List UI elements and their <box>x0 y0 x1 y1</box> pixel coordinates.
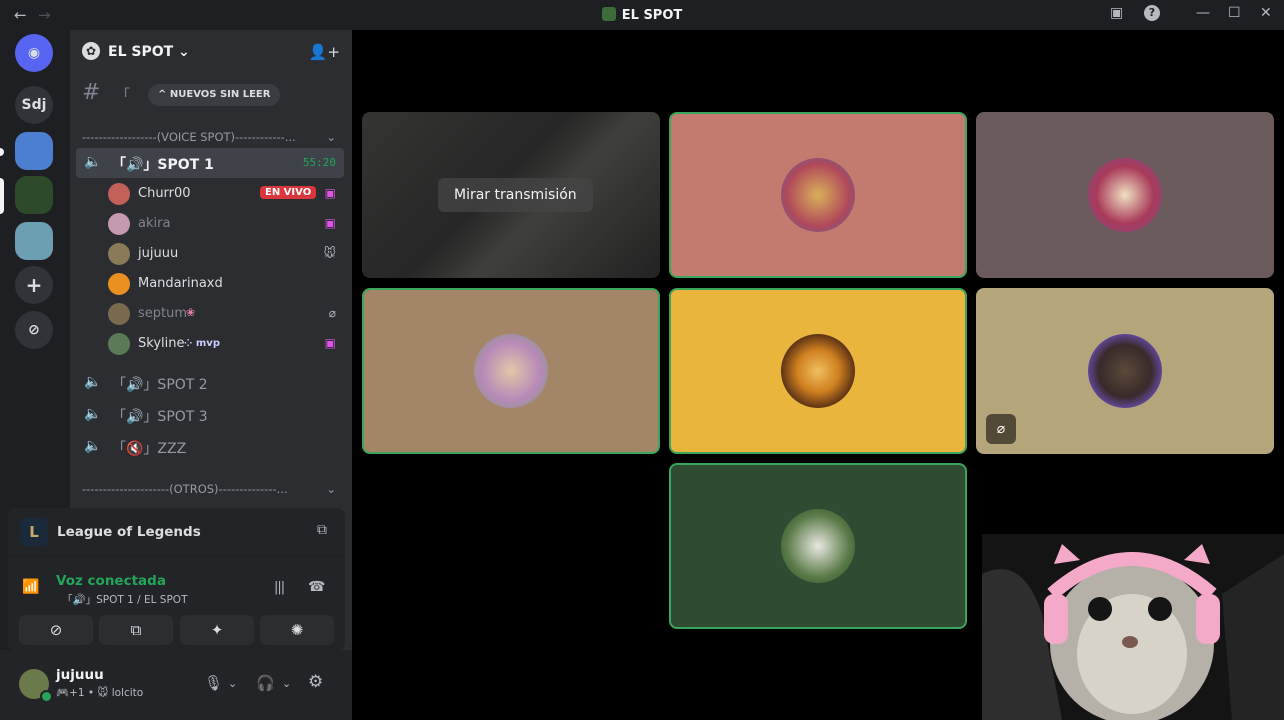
text-channel-prefix[interactable]: 「 <box>116 85 130 105</box>
rose-icon: ❀ <box>186 306 196 319</box>
participant-tile[interactable]: ⌀ <box>976 288 1274 454</box>
avatar <box>108 213 130 235</box>
self-camera-preview[interactable] <box>982 534 1284 720</box>
minimize-button[interactable]: — <box>1196 5 1210 21</box>
server-avatar-3[interactable] <box>15 222 53 260</box>
add-server-icon[interactable]: + <box>15 266 53 304</box>
voice-channel-spot2[interactable]: 🔈 「🔊」SPOT 2 <box>76 368 344 398</box>
mic-muted-icon: ⌀ <box>986 414 1016 444</box>
participant-tile[interactable] <box>976 112 1274 278</box>
mic-muted-icon: ⌀ <box>328 306 336 320</box>
avatar <box>108 183 130 205</box>
avatar <box>1088 334 1162 408</box>
noise-suppression-icon[interactable]: ||| <box>274 580 285 595</box>
server-avatar-1[interactable] <box>15 132 53 170</box>
activity-icon: ▣ <box>324 186 336 200</box>
title-bar: ← → EL SPOT ▣ ? — ☐ ✕ <box>0 0 1284 30</box>
participant-tile[interactable] <box>669 288 967 454</box>
participant-tile[interactable] <box>669 463 967 629</box>
server-logo-icon <box>601 7 616 21</box>
disconnect-icon[interactable]: ☎ <box>308 579 325 595</box>
mvp-tag: ⁘ mvp <box>184 338 220 349</box>
avatar <box>474 334 548 408</box>
camera-feed <box>982 534 1284 720</box>
activity-icon: ▣ <box>324 336 336 350</box>
screen-share-button[interactable]: ⧉ <box>99 615 173 645</box>
participant-tile[interactable] <box>669 112 967 278</box>
chevron-down-icon: ⌄ <box>326 482 336 496</box>
voice-member[interactable]: Churr00 EN VIVO ▣ <box>106 180 346 208</box>
speaker-icon: 🔈 <box>84 438 102 454</box>
chevron-down-icon[interactable]: ⌄ <box>282 677 291 690</box>
call-timer: 55:20 <box>302 156 336 169</box>
online-status-icon <box>40 690 53 703</box>
watch-stream-button[interactable]: Mirar transmisión <box>438 178 593 212</box>
voice-channel-zzz[interactable]: 🔈 「🔇」ZZZ <box>76 432 344 462</box>
league-of-legends-icon: L <box>20 518 48 546</box>
activity-icon: ▣ <box>324 216 336 230</box>
avatar <box>108 273 130 295</box>
chevron-down-icon: ⌄ <box>326 130 336 144</box>
connection-signal-icon[interactable]: 📶 <box>22 579 39 595</box>
activities-button[interactable]: ✦ <box>180 615 254 645</box>
participant-tile[interactable] <box>362 288 660 454</box>
new-unread-button[interactable]: ^ NUEVOS SIN LEER <box>148 84 281 106</box>
stream-tile[interactable]: Mirar transmisión <box>362 112 660 278</box>
chevron-down-icon[interactable]: ⌄ <box>228 677 237 690</box>
voice-member[interactable]: septum ❀ ⌀ <box>106 300 346 328</box>
settings-gear-icon: ✿ <box>82 42 100 60</box>
camera-off-button[interactable]: ⊘ <box>19 615 93 645</box>
avatar <box>1088 158 1162 232</box>
voice-channel-spot3[interactable]: 🔈 「🔊」SPOT 3 <box>76 400 344 430</box>
home-icon[interactable]: ◉ <box>15 34 53 72</box>
maximize-button[interactable]: ☐ <box>1228 5 1241 21</box>
inbox-icon[interactable]: ▣ <box>1110 5 1123 21</box>
category-otros[interactable]: ---------------------(OTROS)------------… <box>82 482 344 496</box>
headphones-icon[interactable]: 🎧 <box>256 674 275 692</box>
voice-location[interactable]: 「🔊」SPOT 1 / EL SPOT <box>62 592 187 607</box>
soundboard-button[interactable]: ✺ <box>260 615 334 645</box>
user-custom-status: 🎮+1 • 🐭 lolcito <box>56 687 144 699</box>
unread-pill-indicator <box>0 148 4 156</box>
avatar <box>108 243 130 265</box>
speaker-icon: 🔈 <box>84 374 102 390</box>
server-header[interactable]: ✿ EL SPOT ⌄ 👤+ <box>70 30 352 76</box>
window-title: EL SPOT <box>0 7 1284 23</box>
hash-icon: # <box>82 80 101 105</box>
speaker-icon: 🔈 <box>84 154 102 170</box>
invite-people-icon[interactable]: 👤+ <box>309 43 340 61</box>
voice-member[interactable]: jujuuu 🐭 <box>106 240 346 268</box>
help-icon[interactable]: ? <box>1144 5 1160 21</box>
close-button[interactable]: ✕ <box>1260 5 1272 21</box>
mouse-icon: 🐭 <box>323 246 336 260</box>
voice-channel-spot1[interactable]: 🔈 「🔊」SPOT 1 55:20 <box>76 148 344 178</box>
server-el-spot[interactable] <box>15 176 53 214</box>
user-panel: jujuuu 🎮+1 • 🐭 lolcito 🎙 ⌄ 🎧 ⌄ ⚙ <box>0 650 352 720</box>
selected-server-indicator <box>0 178 4 214</box>
voice-member[interactable]: Mandarinaxd <box>106 270 346 298</box>
server-name: EL SPOT ⌄ <box>108 44 190 60</box>
settings-gear-icon[interactable]: ⚙ <box>308 672 323 692</box>
avatar <box>781 334 855 408</box>
voice-connection-panel: 📶 Voz conectada 「🔊」SPOT 1 / EL SPOT ||| … <box>8 556 345 651</box>
voice-status[interactable]: Voz conectada <box>56 573 166 589</box>
avatar <box>781 158 855 232</box>
avatar <box>108 303 130 325</box>
share-screen-icon[interactable]: ⧉ <box>317 522 327 538</box>
category-voice-spot[interactable]: ------------------(VOICE SPOT)----------… <box>82 130 344 144</box>
activity-panel: L League of Legends ⧉ <box>8 508 345 556</box>
voice-member[interactable]: Skyline ⁘ mvp ▣ <box>106 330 346 358</box>
speaker-icon: 🔈 <box>84 406 102 422</box>
voice-member[interactable]: akira ▣ <box>106 210 346 238</box>
microphone-icon[interactable]: 🎙 <box>204 674 223 692</box>
live-badge: EN VIVO <box>260 186 317 199</box>
server-sdj[interactable]: Sdj <box>15 86 53 124</box>
explore-icon[interactable]: ⊘ <box>15 311 53 349</box>
avatar <box>781 509 855 583</box>
avatar <box>108 333 130 355</box>
username[interactable]: jujuuu <box>56 667 104 683</box>
